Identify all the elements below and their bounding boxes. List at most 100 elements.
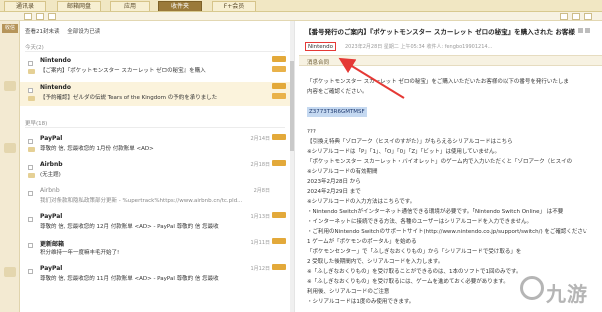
mail-sender: PayPal [40, 213, 63, 220]
tag-icon [272, 93, 286, 99]
mail-badge [272, 238, 286, 244]
mail-sender: Airbnb [40, 187, 60, 194]
mail-checkbox[interactable] [28, 88, 33, 93]
tab-apps[interactable]: 应用 [110, 1, 150, 11]
watermark-logo: 九游 [518, 270, 600, 308]
mail-badge [272, 56, 286, 62]
toolbar-button[interactable] [48, 13, 56, 20]
serial-code[interactable]: Z3773T3R6GMTMSF [307, 107, 367, 117]
mail-checkbox[interactable] [28, 139, 33, 144]
date-group-label: 更早(18) [25, 121, 48, 127]
tag-icon [272, 66, 286, 72]
rail-button[interactable] [4, 81, 16, 91]
mail-list: 查看21封未读 全部设为已读 今天(2) Nintendo 【ご案内】『ポケット… [20, 21, 292, 312]
body-line: 「ポケモンセンター」で「ふしぎなおくりもの」から「シリアルコードで受け取る」を [307, 249, 522, 255]
mail-checkbox[interactable] [28, 217, 33, 222]
receive-label[interactable]: 收信 [2, 24, 18, 33]
mail-subject: 【ご案内】『ポケットモンスター スカーレット ゼロの秘宝』を購入 [40, 68, 206, 74]
body-line: Z3773T3R6GMTMSF [307, 107, 587, 117]
mail-envelope-icon [28, 173, 35, 178]
body-line: ※シリアルコードは「P」「1」、「O」「0」「Z」「ビット」は使用していません。 [307, 149, 501, 155]
body-line: 【引換え特典「ゾロアーク（ヒスイのすがた）」がもらえるシリアルコードはこちら [307, 139, 513, 145]
mail-sender: Nintendo [40, 84, 71, 91]
unread-filter-link[interactable]: 查看21封未读 [25, 29, 60, 35]
tab-mail-disk[interactable]: 邮箱网盘 [57, 1, 101, 11]
mail-subject: 我们对条款和隐私政策部分更新 - %upertrack%https://www.… [40, 198, 243, 204]
mail-subject: 积分维持一年一度嘛丰毛开始了! [40, 250, 120, 256]
body-line: ・Nintendo Switchがインターネット通信できる環境が必要です。「Ni… [307, 209, 564, 215]
mail-checkbox[interactable] [28, 61, 33, 66]
body-line: 1 ゲームが「ポケモンのポータル」を始める [307, 239, 417, 245]
watermark-text: 九游 [546, 282, 588, 306]
list-item[interactable]: Airbnb (无主题) 2月18日 [20, 159, 292, 183]
toolbar-button[interactable] [584, 13, 592, 20]
sender-name[interactable]: Nintendo [305, 42, 337, 51]
date-group-label: 今天(2) [25, 45, 44, 51]
body-line [307, 117, 587, 127]
toolbar-button[interactable] [36, 13, 44, 20]
reading-pane: 【番号発行のご案内】『ポケットモンスター スカーレット ゼロの秘宝』を購入された… [294, 21, 602, 312]
mail-envelope-icon [28, 96, 35, 101]
mail-badge [272, 264, 286, 270]
mail-time: 2月18日 [250, 162, 270, 168]
mail-time: 1月13日 [250, 214, 270, 220]
body-line: 内容をご確認ください。 [307, 89, 368, 95]
window-controls [576, 27, 598, 34]
mail-badge [272, 134, 286, 140]
message-tab[interactable]: 消息合同 [307, 58, 329, 66]
list-item[interactable]: PayPal 尊敬的 信, 您最收您的 12月 付款账单 <AD> - PayP… [20, 211, 292, 235]
next-icon[interactable] [585, 28, 590, 33]
divider [25, 51, 285, 52]
body-line: 2024年2月29日 まで [307, 189, 361, 195]
rail-button[interactable] [4, 267, 16, 277]
list-filters: 查看21封未读 全部设为已读 [25, 27, 106, 35]
body-line: 「ポケットモンスター スカーレット ゼロの秘宝」をご購入いただいたお客様の以下の… [307, 79, 569, 85]
mail-sender: PayPal [40, 135, 63, 142]
mail-sender: Airbnb [40, 161, 63, 168]
list-item[interactable]: PayPal 尊敬的 信, 您最收您的 1月份 付款账单 <AD> 2月14日 [20, 133, 292, 157]
tab-contacts[interactable]: 通讯录 [4, 1, 46, 11]
mark-all-read-link[interactable]: 全部设为已读 [67, 29, 100, 35]
prev-icon[interactable] [578, 28, 583, 33]
mail-sender: Nintendo [40, 57, 71, 64]
toolbar-button[interactable] [572, 13, 580, 20]
list-item[interactable]: 更新邮箱 积分维持一年一度嘛丰毛开始了! 1月11日 [20, 237, 292, 261]
toolbar-button[interactable] [560, 13, 568, 20]
body-line: 2023年2月28日 から [307, 179, 361, 185]
mail-checkbox[interactable] [28, 165, 33, 170]
mail-checkbox[interactable] [28, 269, 33, 274]
body-line: 「ポケットモンスター スカーレット・バイオレット」のゲーム内で入力いただくと「ゾ… [307, 159, 573, 165]
mail-checkbox[interactable] [28, 243, 33, 248]
mail-envelope-icon [28, 147, 35, 152]
body-line: ・ご利用のNintendo Switchのサポートサイト(http://www.… [307, 229, 587, 235]
toolbar [0, 12, 602, 21]
body-line: ??? [307, 129, 316, 135]
mail-envelope-icon [28, 69, 35, 74]
mail-title: 【番号発行のご案内】『ポケットモンスター スカーレット ゼロの秘宝』を購入された… [305, 28, 575, 36]
mail-time: 1月11日 [250, 240, 270, 246]
body-line: ・インターネットに接続できる方法、各種のユーザーはシリアルコードを入力できません… [307, 219, 532, 225]
list-item[interactable]: PayPal 尊敬的 信, 您最收您的 11月 付款账单 <AD> - PayP… [20, 263, 292, 287]
mail-time: 1月12日 [250, 266, 270, 272]
mail-time: 2月8日 [253, 188, 270, 194]
mail-badge [272, 212, 286, 218]
list-item[interactable]: Airbnb 我们对条款和隐私政策部分更新 - %upertrack%https… [20, 185, 292, 209]
list-item[interactable]: Nintendo 【ご案内】『ポケットモンスター スカーレット ゼロの秘宝』を購… [20, 55, 292, 79]
mail-time: 2月14日 [250, 136, 270, 142]
logo-icon [520, 276, 544, 300]
rail-button[interactable] [4, 143, 16, 153]
body-line [307, 97, 587, 107]
mail-sender: 更新邮箱 [40, 241, 65, 248]
left-rail: 收信 [0, 21, 20, 312]
divider [25, 127, 285, 128]
list-item[interactable]: Nintendo 【予約確認】ゼルダの伝説 Tears of the Kingd… [20, 82, 292, 106]
mail-subject: 尊敬的 信, 您最收您的 12月 付款账单 <AD> - PayPal 尊敬的 … [40, 224, 219, 230]
toolbar-button[interactable] [24, 13, 32, 20]
tab-membership[interactable]: F+会员 [212, 1, 256, 11]
mail-sender: PayPal [40, 265, 63, 272]
top-navigation-bar: 通讯录 邮箱网盘 应用 收件夹 F+会员 [0, 0, 602, 12]
mail-subject: 尊敬的 信, 您最收您的 1月份 付款账单 <AD> [40, 146, 154, 152]
mail-checkbox[interactable] [28, 191, 33, 196]
tab-inbox[interactable]: 收件夹 [158, 1, 202, 11]
mail-badge [272, 160, 286, 166]
